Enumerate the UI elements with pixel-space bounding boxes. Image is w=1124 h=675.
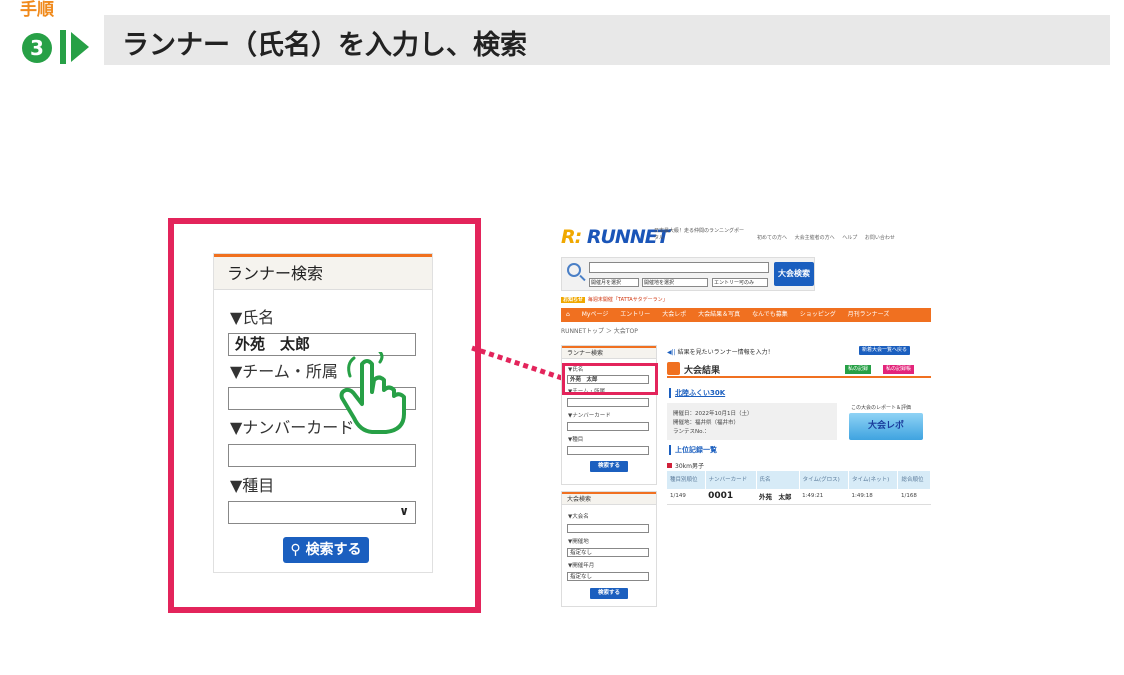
sidebar-runner-search-button[interactable]: 検索する xyxy=(590,461,628,472)
sidebar-event-label: ▼種目 xyxy=(568,437,584,443)
chevron-down-icon: ∨ xyxy=(399,504,409,518)
sidebar-card-label: ▼ナンバーカード xyxy=(568,413,611,419)
top-links: 初めての方へ 大会主催者の方へ ヘルプ お問い合わせ xyxy=(757,234,901,241)
hand-pointer-icon xyxy=(339,352,406,434)
cell-event-rank: 1/149 xyxy=(667,489,706,505)
table-row[interactable]: 1/149 0001 外苑 太郎 1:49:21 1:49:18 1/168 xyxy=(667,489,931,505)
col-number-card: ナンバーカード xyxy=(705,471,757,489)
new-races-button[interactable]: 新着大会一覧へ戻る xyxy=(859,346,911,355)
results-table: 種目別順位 ナンバーカード 氏名 タイム(グロス) タイム(ネット) 総合順位 … xyxy=(667,471,931,505)
col-name: 氏名 xyxy=(756,471,800,489)
entry-only-checkbox[interactable]: エントリー可のみ xyxy=(712,278,768,287)
breadcrumb[interactable]: RUNNETトップ ＞ 大会TOP xyxy=(561,326,638,335)
race-search-button[interactable]: 大会検索 xyxy=(774,262,814,286)
cell-time-gross: 1:49:21 xyxy=(799,489,849,505)
play-arrow-icon xyxy=(71,32,89,62)
link-beginners[interactable]: 初めての方へ xyxy=(757,235,787,241)
race-info: 開催日：2022年10月1日（土） 開催地：福井県（福井市） ランテスNo.： xyxy=(667,403,837,440)
race-month-label: ▼開催年月 xyxy=(568,563,595,569)
sidebar-race-header: 大会検索 xyxy=(562,492,656,505)
team-label: ▼チーム・所属 xyxy=(230,362,338,381)
race-name-label: ▼大会名 xyxy=(568,514,589,520)
record-book-button[interactable]: 私の記録帳 xyxy=(883,365,915,374)
news-badge: お知らせ xyxy=(561,297,585,303)
race-rantes: ランテスNo.： xyxy=(673,429,710,435)
nav-results[interactable]: 大会結果＆写真 xyxy=(698,311,740,318)
race-keyword-input[interactable] xyxy=(589,262,769,273)
nav-report[interactable]: 大会レポ xyxy=(662,311,686,318)
search-icon: ⚲ xyxy=(290,542,306,558)
report-label: この大会のレポート＆評価 xyxy=(851,405,912,411)
race-venue: 開催地：福井県（福井市） xyxy=(673,420,740,426)
area-select[interactable]: 開催地を選択 xyxy=(642,278,708,287)
race-report-banner[interactable]: 大会レポ xyxy=(849,413,923,440)
prompt-text: ◀|| 結果を見たいランナー情報を入力！ xyxy=(667,349,774,356)
event-label: ▼種目 xyxy=(230,476,275,495)
step-bar xyxy=(60,30,66,64)
cell-number-card: 0001 xyxy=(705,489,756,505)
news-line[interactable]: お知らせ 毎週末開催「TATTAサタデーラン」 xyxy=(561,296,668,303)
sidebar-runner-header: ランナー検索 xyxy=(562,346,656,359)
sidebar-card-input[interactable] xyxy=(567,422,649,431)
search-button-label: 検索する xyxy=(305,542,362,558)
nav-runners[interactable]: 月刊ランナーズ xyxy=(848,311,890,318)
col-event-rank: 種目別順位 xyxy=(667,471,706,489)
sidebar-race-search-button[interactable]: 検索する xyxy=(590,588,628,599)
name-label: ▼氏名 xyxy=(230,308,275,327)
runnet-page-screenshot: R: RUNNET 日本最大級！走る仲間のランニングポータル 初めての方へ 大会… xyxy=(561,220,931,612)
results-header: 大会結果 私の記録 私の記録帳 xyxy=(667,360,931,378)
sidebar-event-select[interactable] xyxy=(567,446,649,455)
tagline: 日本最大級！走る仲間のランニングポータル xyxy=(654,228,745,241)
main-nav: ⌂ Myページ エントリー 大会レポ 大会結果＆写真 なんでも募集 ショッピング… xyxy=(561,308,931,322)
month-select[interactable]: 開催月を選択 xyxy=(589,278,639,287)
event-select[interactable]: ∨ xyxy=(228,501,416,524)
card-input[interactable] xyxy=(228,444,416,467)
news-text: 毎週末開催「TATTAサタデーラン」 xyxy=(587,297,668,303)
link-contact[interactable]: お問い合わせ xyxy=(865,235,895,241)
race-name-input[interactable] xyxy=(567,524,649,533)
home-icon[interactable]: ⌂ xyxy=(566,311,570,318)
step-number-badge: 3 xyxy=(22,33,52,63)
runner-search-header: ランナー検索 xyxy=(214,254,432,290)
nav-shopping[interactable]: ショッピング xyxy=(800,311,836,318)
nav-mypage[interactable]: Myページ xyxy=(582,311,609,318)
cell-overall-rank: 1/168 xyxy=(897,489,931,505)
magnifier-handle xyxy=(579,274,586,282)
race-date: 開催日：2022年10月1日（土） xyxy=(673,411,753,417)
col-overall-rank: 総合順位 xyxy=(897,471,931,489)
link-organizers[interactable]: 大会主催者の方へ xyxy=(795,235,835,241)
results-title: 大会結果 xyxy=(684,366,721,376)
col-time-net: タイム(ネット) xyxy=(848,471,899,489)
my-records-button[interactable]: 私の記録 xyxy=(845,365,872,374)
cell-name[interactable]: 外苑 太郎 xyxy=(756,489,800,505)
name-field-highlight xyxy=(562,363,658,395)
race-search-box: 開催月を選択 開催地を選択 エントリー可のみ 大会検索 xyxy=(561,257,815,291)
step-tag: 手順 xyxy=(20,0,54,20)
race-place-select[interactable]: 指定なし xyxy=(567,548,649,557)
search-button[interactable]: ⚲ 検索する xyxy=(283,537,369,563)
top-records-heading: 上位記録一覧 xyxy=(669,445,717,455)
step-title: ランナー（氏名）を入力し、検索 xyxy=(122,30,527,61)
category-label: 30km男子 xyxy=(667,461,704,470)
race-place-label: ▼開催地 xyxy=(568,539,589,545)
runnet-logo: R: RUNNET xyxy=(561,226,670,248)
nav-recruit[interactable]: なんでも募集 xyxy=(752,311,788,318)
sidebar-team-input[interactable] xyxy=(567,398,649,407)
race-month-select[interactable]: 指定なし xyxy=(567,572,649,581)
sidebar-race-search: 大会検索 ▼大会名 ▼開催地 指定なし ▼開催年月 指定なし 検索する xyxy=(561,491,657,607)
link-help[interactable]: ヘルプ xyxy=(842,235,857,241)
pencil-icon xyxy=(667,362,680,375)
race-name-link[interactable]: 北陸ふくい30K xyxy=(669,388,725,398)
nav-entry[interactable]: エントリー xyxy=(620,311,650,318)
cell-time-net: 1:49:18 xyxy=(848,489,898,505)
dotted-connector xyxy=(471,345,563,381)
col-time-gross: タイム(グロス) xyxy=(799,471,850,489)
